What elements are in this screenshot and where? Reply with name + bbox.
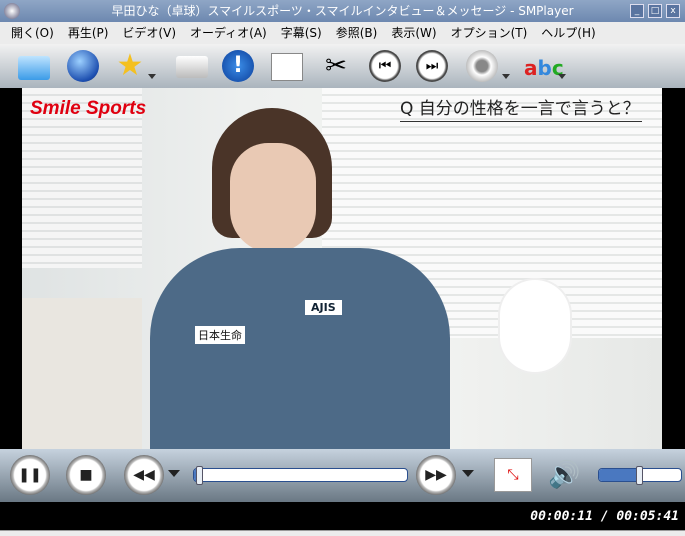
stop-button[interactable]: ■ bbox=[66, 455, 106, 495]
pause-button[interactable]: ❚❚ bbox=[10, 455, 50, 495]
app-icon[interactable] bbox=[4, 3, 20, 19]
seek-slider[interactable] bbox=[193, 466, 408, 485]
menu-view[interactable]: 表示(W) bbox=[384, 22, 443, 44]
control-bar: ❚❚ ■ ◀◀ ▶▶ ⤡ 🔊 bbox=[0, 449, 685, 502]
menu-play[interactable]: 再生(P) bbox=[61, 22, 116, 44]
forward-dropdown[interactable] bbox=[462, 470, 474, 477]
menu-subtitles[interactable]: 字幕(S) bbox=[274, 22, 329, 44]
smile-sports-logo: Smile Sports bbox=[30, 98, 147, 119]
menu-bar: 開く(O) 再生(P) ビデオ(V) オーディオ(A) 字幕(S) 参照(B) … bbox=[0, 22, 685, 44]
time-display: 00:00:11 / 00:05:41 bbox=[530, 509, 679, 524]
video-frame: AJIS 日本生命 Smile Sports Q 自分の性格を一言で言うと？ bbox=[22, 88, 662, 449]
previous-icon[interactable]: ⏮ bbox=[369, 50, 401, 82]
preferences-tools-icon[interactable]: ✂ bbox=[320, 50, 352, 82]
playlist-icon[interactable] bbox=[271, 53, 303, 81]
rewind-dropdown[interactable] bbox=[168, 470, 180, 477]
forward-button[interactable]: ▶▶ bbox=[416, 455, 456, 495]
title-bar: 早田ひな（卓球）スマイルスポーツ・スマイルインタビュー＆メッセージ - SMPl… bbox=[0, 0, 685, 22]
favorites-star-icon[interactable]: ★ bbox=[114, 50, 146, 82]
fullscreen-button[interactable]: ⤡ bbox=[494, 458, 532, 492]
person-jacket: AJIS 日本生命 bbox=[150, 248, 450, 449]
subtitles-abc-icon[interactable]: abc bbox=[524, 50, 564, 82]
globe-icon[interactable] bbox=[67, 50, 99, 82]
menu-browse[interactable]: 参照(B) bbox=[329, 22, 385, 44]
window-title: 早田ひな（卓球）スマイルスポーツ・スマイルインタビュー＆メッセージ - SMPl… bbox=[111, 4, 574, 18]
toolbar: ★ ! ✂ ⏮ ⏭ abc bbox=[0, 44, 685, 88]
minimize-button[interactable]: _ bbox=[630, 4, 644, 18]
next-icon[interactable]: ⏭ bbox=[416, 50, 448, 82]
volume-slider[interactable] bbox=[598, 466, 682, 485]
window-bottom-border bbox=[0, 530, 685, 536]
status-bar: 00:00:11 / 00:05:41 bbox=[0, 502, 685, 530]
menu-help[interactable]: ヘルプ(H) bbox=[534, 22, 602, 44]
rewind-button[interactable]: ◀◀ bbox=[124, 455, 164, 495]
jacket-sponsor: AJIS bbox=[305, 300, 342, 315]
mascot-figure bbox=[500, 280, 570, 372]
close-button[interactable]: x bbox=[666, 4, 680, 18]
menu-options[interactable]: オプション(T) bbox=[444, 22, 535, 44]
menu-open[interactable]: 開く(O) bbox=[4, 22, 61, 44]
menu-video[interactable]: ビデオ(V) bbox=[115, 22, 183, 44]
menu-audio[interactable]: オーディオ(A) bbox=[183, 22, 274, 44]
video-area[interactable]: AJIS 日本生命 Smile Sports Q 自分の性格を一言で言うと？ bbox=[0, 88, 685, 449]
video-caption: Q 自分の性格を一言で言うと？ bbox=[400, 94, 642, 122]
audio-speaker-icon[interactable] bbox=[466, 50, 498, 82]
maximize-button[interactable]: □ bbox=[648, 4, 662, 18]
volume-handle[interactable] bbox=[636, 466, 643, 485]
seek-handle[interactable] bbox=[196, 466, 203, 485]
screenshot-camera-icon[interactable] bbox=[176, 56, 208, 78]
jacket-sponsor: 日本生命 bbox=[195, 326, 245, 344]
open-folder-icon[interactable] bbox=[18, 56, 50, 80]
volume-speaker-icon[interactable]: 🔊 bbox=[548, 458, 586, 492]
info-icon[interactable]: ! bbox=[222, 50, 254, 82]
